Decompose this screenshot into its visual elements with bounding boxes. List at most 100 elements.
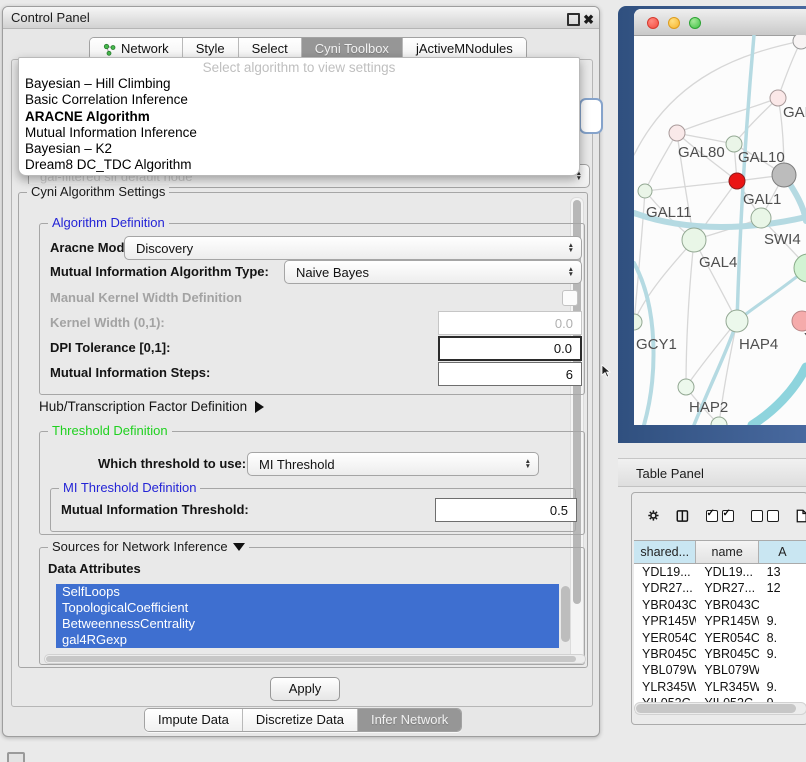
table-hscrollbar[interactable] bbox=[634, 702, 806, 715]
node-label: GAL4 bbox=[699, 254, 737, 271]
new-table-icon[interactable] bbox=[796, 505, 806, 527]
dpi-tolerance-field[interactable]: 0.0 bbox=[438, 336, 582, 361]
close-traffic-light-icon[interactable] bbox=[647, 17, 659, 29]
expander-collapsed-icon bbox=[255, 401, 264, 413]
network-window-titlebar[interactable] bbox=[634, 9, 806, 36]
table-row[interactable]: YPR145WYPR145W9. bbox=[634, 613, 806, 629]
table-row[interactable]: YBL079WYBL079W bbox=[634, 662, 806, 678]
data-attributes-list: SelfLoopsTopologicalCoefficientBetweenne… bbox=[56, 584, 559, 648]
attribute-list-item[interactable]: gal4RGexp bbox=[56, 632, 559, 648]
network-edge bbox=[686, 240, 694, 387]
network-node-gal1[interactable] bbox=[751, 208, 771, 228]
network-node-hap2[interactable] bbox=[678, 379, 694, 395]
network-view-frame: GALGAL80GAL10GAL1GAL11SWI4GAL4GCY1HAP4YH… bbox=[618, 6, 806, 443]
minimize-traffic-light-icon[interactable] bbox=[668, 17, 680, 29]
mi-steps-field[interactable]: 6 bbox=[438, 362, 582, 386]
table-cell: YER054C bbox=[634, 630, 696, 646]
network-node[interactable] bbox=[792, 311, 806, 331]
column-header[interactable]: A bbox=[759, 541, 806, 563]
table-cell: YPR145W bbox=[696, 613, 758, 629]
table-cell: YPR145W bbox=[634, 613, 696, 629]
table-cell: 9. bbox=[759, 613, 806, 629]
table-cell: 9. bbox=[759, 646, 806, 662]
aracne-mode-combo[interactable]: Discovery ▲▼ bbox=[124, 236, 582, 260]
select-checkboxes-icon[interactable] bbox=[706, 510, 734, 522]
algorithm-option[interactable]: Bayesian – Hill Climbing bbox=[19, 76, 579, 92]
network-node-gal80[interactable] bbox=[669, 125, 685, 141]
algorithm-option[interactable]: Bayesian – K2 bbox=[19, 141, 579, 157]
which-threshold-combo[interactable]: MI Threshold ▲▼ bbox=[247, 452, 539, 476]
mi-threshold-label: Mutual Information Threshold: bbox=[61, 502, 249, 517]
attribute-list-item[interactable]: SelfLoops bbox=[56, 584, 559, 600]
network-edge bbox=[677, 98, 778, 133]
restore-panel-icon[interactable] bbox=[7, 752, 25, 762]
kernel-width-label: Kernel Width (0,1): bbox=[50, 315, 165, 330]
column-header[interactable]: shared... bbox=[634, 541, 696, 563]
table-cell: YLR345W bbox=[696, 679, 758, 695]
table-cell: 9. bbox=[759, 679, 806, 695]
network-canvas[interactable]: GALGAL80GAL10GAL1GAL11SWI4GAL4GCY1HAP4YH… bbox=[634, 35, 806, 425]
mi-type-label: Mutual Information Algorithm Type: bbox=[50, 264, 269, 279]
algorithm-option[interactable]: ARACNE Algorithm bbox=[19, 109, 579, 125]
table-cell: YLR345W bbox=[634, 679, 696, 695]
network-edge bbox=[778, 41, 801, 98]
network-node-gcy1[interactable] bbox=[634, 314, 642, 330]
table-row[interactable]: YBR045CYBR045C9. bbox=[634, 646, 806, 662]
algorithm-combo-fragment[interactable] bbox=[579, 98, 603, 134]
tab-discretize-data[interactable]: Discretize Data bbox=[242, 709, 357, 731]
table-row[interactable]: YDR27...YDR27...12 bbox=[634, 580, 806, 596]
settings-group-title: Cyni Algorithm Settings bbox=[27, 184, 169, 199]
table-panel-titlebar[interactable]: Table Panel bbox=[618, 458, 806, 487]
table-cell: YER054C bbox=[696, 630, 758, 646]
mi-type-combo[interactable]: Naive Bayes ▲▼ bbox=[284, 260, 582, 284]
algorithm-option[interactable]: Mutual Information Inference bbox=[19, 125, 579, 141]
table-panel-title: Table Panel bbox=[636, 466, 704, 481]
float-window-icon[interactable] bbox=[567, 13, 580, 26]
table-toolbar bbox=[632, 493, 806, 538]
kernel-width-field[interactable]: 0.0 bbox=[438, 311, 582, 335]
table-row[interactable]: YBR043CYBR043C bbox=[634, 597, 806, 613]
node-label: HAP4 bbox=[739, 336, 778, 353]
attribute-list-item[interactable]: BetweennessCentrality bbox=[56, 616, 559, 632]
split-columns-icon[interactable] bbox=[676, 506, 689, 526]
hub-expander[interactable]: Hub/Transcription Factor Definition bbox=[39, 399, 264, 414]
network-node[interactable] bbox=[772, 163, 796, 187]
attributes-hscrollbar[interactable] bbox=[44, 654, 586, 664]
node-label: GAL bbox=[783, 104, 806, 121]
gear-icon[interactable] bbox=[648, 507, 659, 524]
tab-infer-network[interactable]: Infer Network bbox=[357, 709, 461, 731]
node-label: GAL10 bbox=[738, 149, 785, 166]
attribute-list-item[interactable]: TopologicalCoefficient bbox=[56, 600, 559, 616]
node-table: shared...nameA YDL19...YDL19...13YDR27..… bbox=[634, 540, 806, 724]
sources-group-title[interactable]: Sources for Network Inference bbox=[48, 539, 249, 554]
network-node-gal4[interactable] bbox=[682, 228, 706, 252]
mi-threshold-field[interactable]: 0.5 bbox=[435, 498, 577, 522]
network-node-gal11[interactable] bbox=[638, 184, 652, 198]
network-node-hap4[interactable] bbox=[726, 310, 748, 332]
table-row[interactable]: YDL19...YDL19...13 bbox=[634, 564, 806, 580]
manual-kernel-checkbox[interactable] bbox=[562, 290, 578, 306]
close-icon[interactable]: ✖ bbox=[583, 9, 594, 31]
table-row[interactable]: YER054CYER054C8. bbox=[634, 630, 806, 646]
table-row[interactable]: YLR345WYLR345W9. bbox=[634, 679, 806, 695]
network-icon bbox=[103, 43, 116, 56]
network-edge bbox=[694, 240, 737, 321]
mi-steps-label: Mutual Information Steps: bbox=[50, 365, 210, 380]
algorithm-option[interactable]: Dream8 DC_TDC Algorithm bbox=[19, 157, 579, 173]
algorithm-option[interactable]: Basic Correlation Inference bbox=[19, 92, 579, 108]
zoom-traffic-light-icon[interactable] bbox=[689, 17, 701, 29]
tab-impute-data[interactable]: Impute Data bbox=[145, 709, 242, 731]
table-cell: YBL079W bbox=[696, 662, 758, 678]
attributes-scrollbar-thumb[interactable] bbox=[561, 586, 570, 642]
network-node[interactable] bbox=[793, 35, 806, 49]
table-cell: YDL19... bbox=[634, 564, 696, 580]
threshold-definition-group: Threshold Definition Which threshold to … bbox=[39, 431, 585, 535]
apply-button[interactable]: Apply bbox=[270, 677, 340, 701]
control-panel-titlebar[interactable]: Control Panel ✖ bbox=[3, 7, 599, 29]
network-node[interactable] bbox=[729, 173, 745, 189]
dropdown-prompt: Select algorithm to view settings bbox=[19, 58, 579, 76]
column-header[interactable]: name bbox=[696, 541, 758, 563]
network-edge bbox=[734, 98, 778, 144]
table-cell: YBR045C bbox=[634, 646, 696, 662]
deselect-checkboxes-icon[interactable] bbox=[751, 510, 779, 522]
